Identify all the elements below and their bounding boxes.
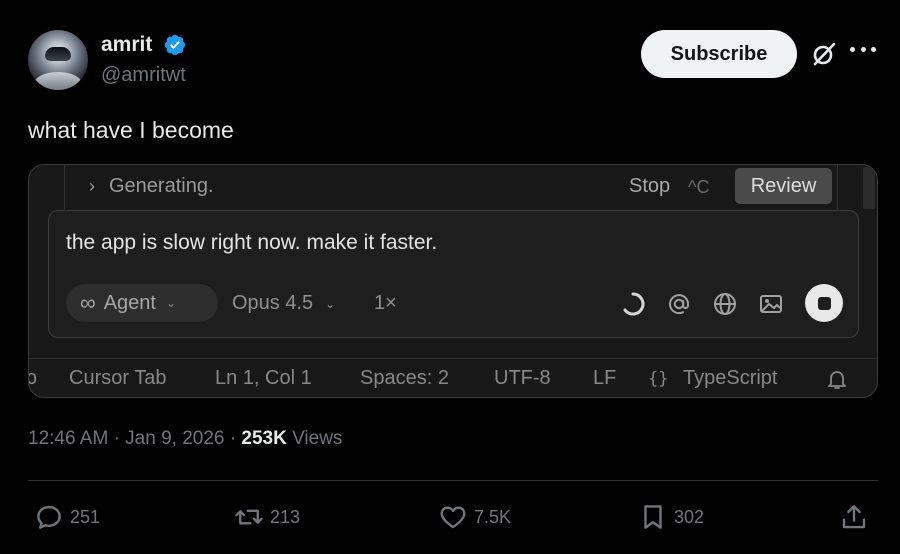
- like-count: 7.5K: [474, 506, 512, 527]
- chevron-right-icon: ›: [89, 176, 95, 196]
- stop-shortcut: ^C: [688, 177, 710, 197]
- avatar-shoulders: [34, 72, 82, 90]
- status-fragment-icon: ɔ: [28, 367, 37, 389]
- generating-row: › Generating.: [89, 175, 214, 198]
- panel-rail-left: [64, 165, 65, 209]
- infinity-icon: ∞: [80, 290, 96, 315]
- stop-icon: [817, 296, 831, 310]
- bookmark-icon: [644, 505, 662, 529]
- prompt-text: the app is slow right now. make it faste…: [66, 231, 438, 254]
- repost-icon: [235, 509, 263, 525]
- like-button[interactable]: 7.5K: [438, 502, 511, 532]
- reply-button[interactable]: 251: [34, 502, 100, 532]
- tweet-meta: 12:46 AM · Jan 9, 2026 · 253K Views: [28, 428, 342, 450]
- bookmark-button[interactable]: 302: [638, 502, 704, 532]
- repost-button[interactable]: 213: [234, 502, 300, 532]
- status-spaces: Spaces: 2: [360, 367, 449, 389]
- chevron-down-icon: ⌄: [325, 296, 336, 311]
- chat-composer: the app is slow right now. make it faste…: [48, 210, 859, 338]
- share-icon: [842, 505, 866, 529]
- views-count: 253K: [241, 428, 287, 449]
- avatar-visor: [45, 47, 71, 61]
- scrollbar: [863, 167, 875, 209]
- display-name[interactable]: amrit: [101, 33, 152, 57]
- tweet-date[interactable]: Jan 9, 2026: [125, 428, 224, 449]
- stop-generation-button: [805, 284, 843, 322]
- tweet-text: what have I become: [28, 117, 234, 143]
- tweet-media-screenshot[interactable]: › Generating. Stop ^C Review the app is …: [28, 164, 878, 398]
- grok-icon[interactable]: [810, 40, 838, 68]
- verified-badge-icon: [164, 34, 186, 56]
- views-label: Views: [292, 428, 343, 449]
- spinner-icon: [623, 292, 645, 316]
- multiplier-label: 1×: [374, 292, 397, 314]
- stop-label: Stop: [629, 175, 671, 197]
- divider: [28, 480, 878, 481]
- heart-icon: [440, 506, 466, 529]
- panel-rail-right: [837, 165, 838, 209]
- status-cursor-tab: Cursor Tab: [69, 367, 167, 389]
- share-button[interactable]: [839, 502, 875, 532]
- model-label: Opus 4.5: [232, 292, 314, 314]
- status-line-ending: LF: [593, 367, 617, 389]
- avatar[interactable]: [28, 30, 88, 90]
- status-language: TypeScript: [683, 367, 778, 389]
- meta-separator: ·: [113, 428, 120, 449]
- handle[interactable]: @amritwt: [101, 64, 186, 87]
- agent-mode-label: Agent: [103, 291, 156, 314]
- more-dot: [871, 47, 876, 52]
- reply-count: 251: [70, 506, 101, 527]
- at-icon: [669, 294, 690, 315]
- meta-separator: ·: [229, 428, 237, 449]
- globe-icon: [714, 293, 736, 315]
- bookmark-count: 302: [674, 506, 705, 527]
- review-button: Review: [735, 168, 832, 204]
- status-divider: [29, 358, 877, 359]
- more-dot: [850, 47, 855, 52]
- more-dot: [860, 47, 866, 52]
- more-icon[interactable]: [850, 47, 876, 57]
- subscribe-button[interactable]: Subscribe: [641, 30, 797, 78]
- braces-icon: {}: [648, 369, 669, 389]
- chevron-down-icon: ⌄: [165, 296, 177, 310]
- repost-count: 213: [270, 506, 301, 527]
- reply-icon: [37, 505, 61, 529]
- agent-mode-select: ∞ Agent ⌄: [66, 284, 218, 322]
- tweet-time[interactable]: 12:46 AM: [28, 428, 108, 449]
- status-bar: ɔ Cursor Tab Ln 1, Col 1 Spaces: 2 UTF-8…: [28, 365, 877, 393]
- generating-label: Generating.: [109, 175, 214, 197]
- bell-icon: [828, 371, 846, 389]
- model-select: Opus 4.5 ⌄: [232, 292, 335, 315]
- image-icon: [760, 295, 782, 313]
- status-position: Ln 1, Col 1: [215, 367, 312, 389]
- status-encoding: UTF-8: [494, 367, 551, 389]
